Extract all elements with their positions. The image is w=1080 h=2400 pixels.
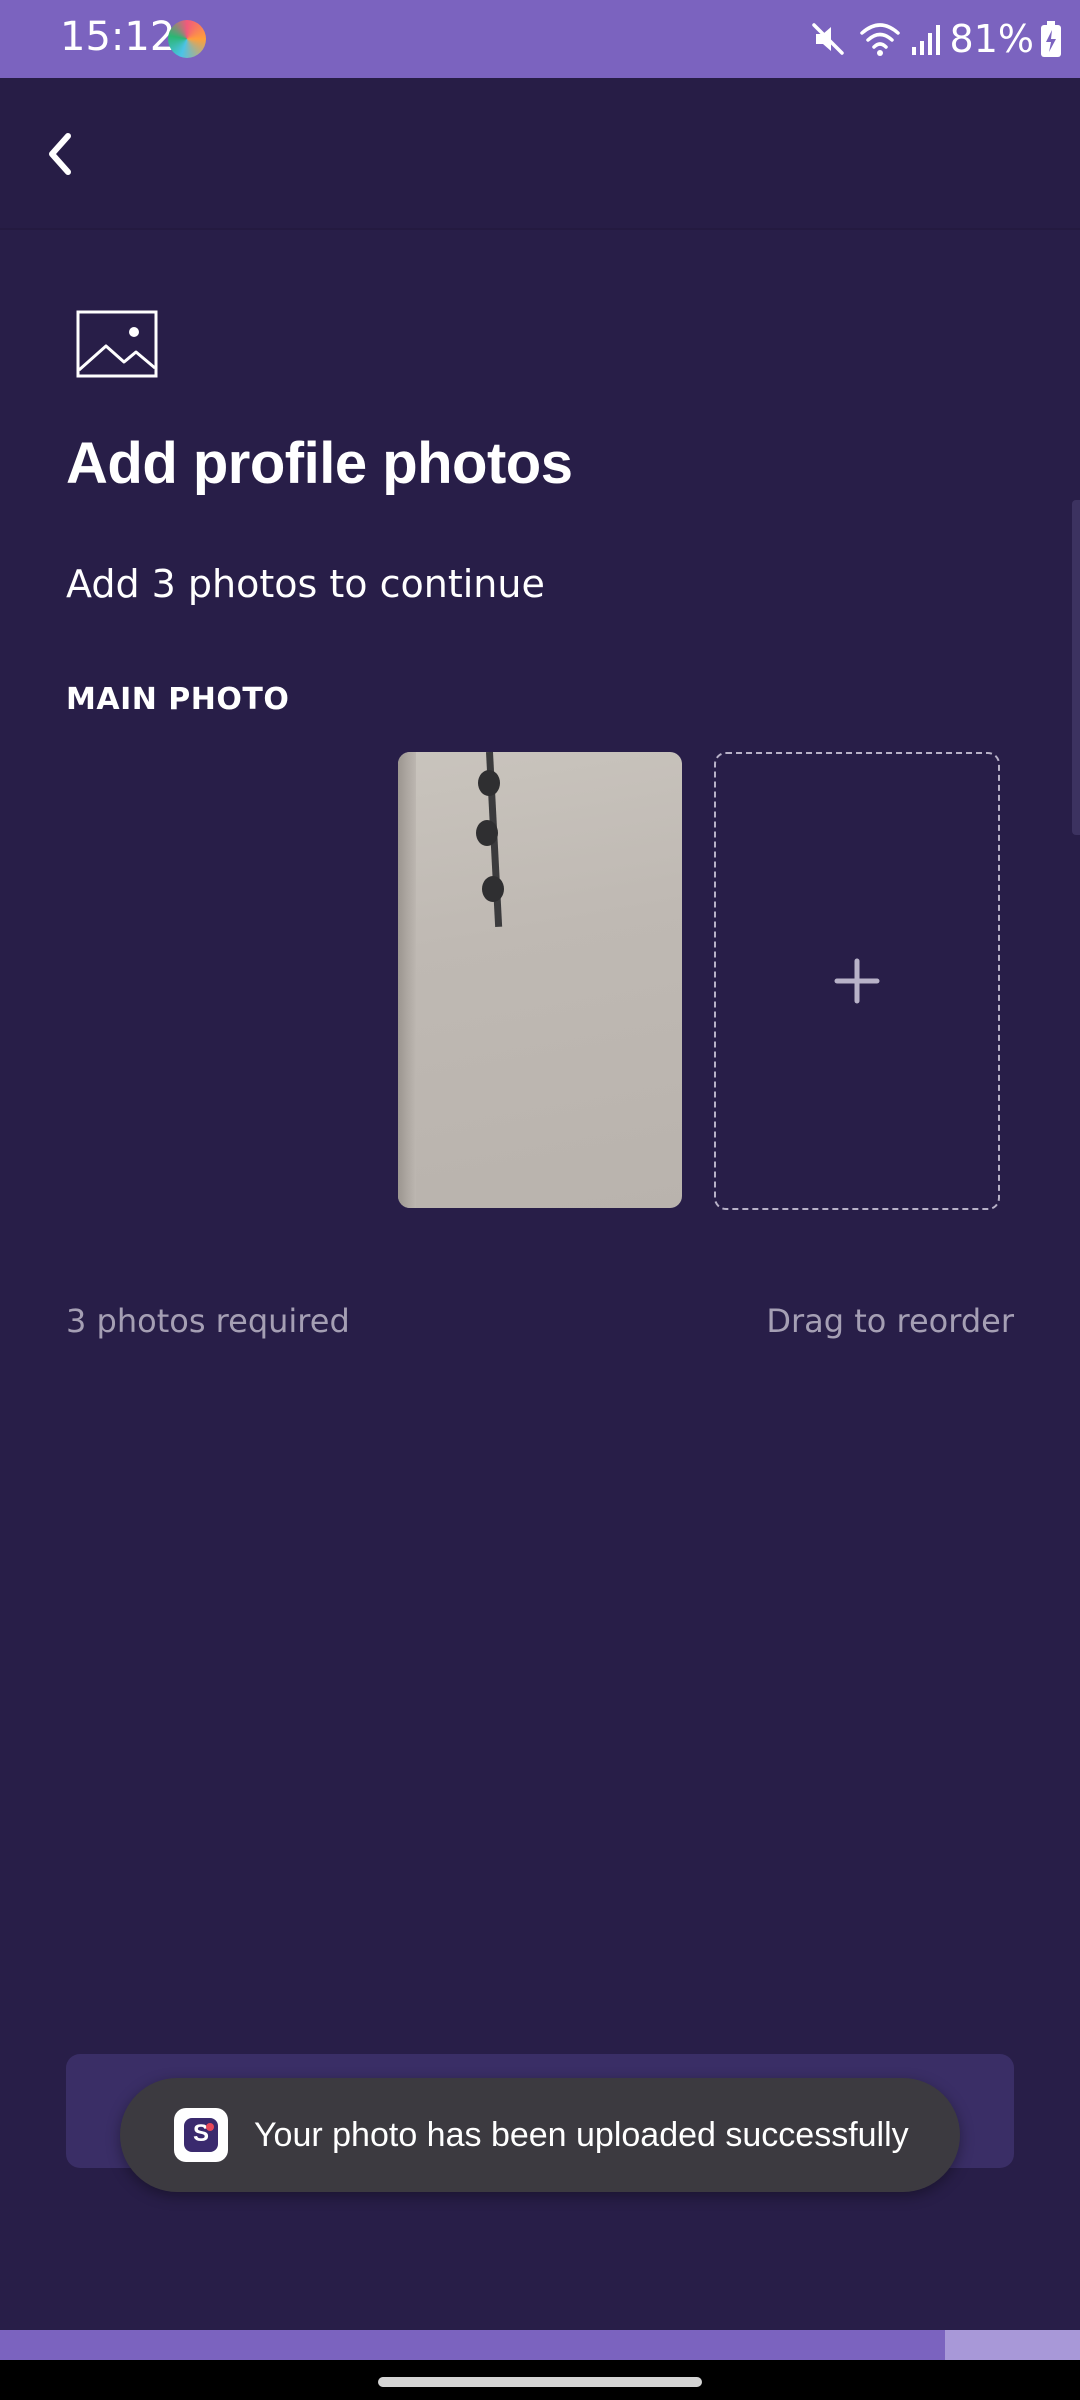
app-logo-icon: S <box>174 2108 228 2162</box>
top-bar <box>0 78 1080 228</box>
page-subtitle: Add 3 photos to continue <box>66 562 545 606</box>
photos-required-text: 3 photos required <box>66 1302 350 1340</box>
battery-percent: 81% <box>949 17 1034 61</box>
photo-hook <box>478 770 500 796</box>
page-title: Add profile photos <box>66 431 573 496</box>
uploaded-photo[interactable] <box>398 752 682 1208</box>
status-time: 15:12 <box>60 14 176 60</box>
app-logo-dot <box>206 2123 214 2131</box>
toast-message: Your photo has been uploaded successfull… <box>254 2115 909 2154</box>
signal-icon <box>910 19 944 59</box>
mute-icon <box>808 19 848 59</box>
onboarding-progress-fill <box>0 2330 945 2360</box>
app-notification-icon <box>168 20 206 58</box>
drag-reorder-text: Drag to reorder <box>766 1302 1014 1340</box>
back-button[interactable] <box>30 118 94 190</box>
image-icon <box>76 310 158 378</box>
chevron-left-icon <box>49 133 71 175</box>
status-icons: 81% <box>808 12 1062 66</box>
app-logo-mark: S <box>184 2118 218 2152</box>
scroll-indicator[interactable] <box>1072 500 1080 835</box>
photo-shadow-edge <box>398 752 416 1208</box>
add-photo-slot[interactable] <box>714 752 1000 1210</box>
home-gesture-handle[interactable] <box>378 2377 702 2387</box>
plus-icon <box>834 958 880 1004</box>
wifi-icon <box>858 19 902 59</box>
battery-charging-icon <box>1040 20 1062 58</box>
main-photo-slot[interactable] <box>66 752 376 1208</box>
upload-toast: S Your photo has been uploaded successfu… <box>120 2078 960 2192</box>
status-bar: 15:12 81% <box>0 0 1080 78</box>
photo-hook <box>476 820 498 846</box>
screen: 15:12 81% Add profile photos Add 3 photo… <box>0 0 1080 2400</box>
system-nav-bar <box>0 2360 1080 2400</box>
main-photo-label: MAIN PHOTO <box>66 682 290 717</box>
photo-hook <box>482 876 504 902</box>
onboarding-progress-bar <box>0 2330 1080 2360</box>
top-divider <box>0 228 1080 230</box>
